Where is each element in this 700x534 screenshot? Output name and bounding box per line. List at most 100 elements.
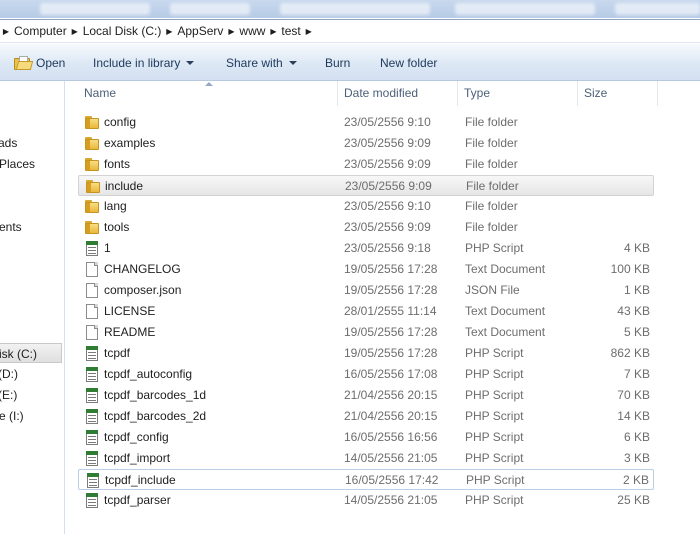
command-toolbar: Open Include in library Share with Burn … (0, 44, 700, 81)
file-type: File folder (465, 157, 518, 171)
php-icon (84, 451, 100, 466)
chevron-right-icon[interactable]: ▶ (69, 20, 81, 42)
folder-icon (84, 220, 100, 235)
file-row[interactable]: tcpdf_barcodes_2d 21/04/2556 20:15 PHP Scr… (78, 406, 654, 427)
chevron-right-icon[interactable]: ▶ (225, 20, 237, 42)
breadcrumb-test[interactable]: test (279, 24, 302, 38)
breadcrumb-local-disk[interactable]: Local Disk (C:) (81, 24, 164, 38)
file-date-modified: 23/05/2556 9:18 (344, 241, 431, 255)
file-size: 14 KB (617, 409, 650, 423)
file-row[interactable]: lang 23/05/2556 9:10 File folder (78, 196, 654, 217)
file-name: tcpdf_include (105, 473, 176, 487)
column-header-type[interactable]: Type (458, 81, 578, 106)
file-row[interactable]: tcpdf_autoconfig 16/05/2556 17:08 PHP Scri… (78, 364, 654, 385)
file-row[interactable]: tools 23/05/2556 9:09 File folder (78, 217, 654, 238)
php-icon (84, 388, 100, 403)
browser-tab-strip (0, 0, 700, 18)
chevron-right-icon[interactable]: ▶ (0, 20, 12, 42)
file-size: 25 KB (617, 493, 650, 507)
file-name: tcpdf_barcodes_2d (104, 409, 207, 423)
file-row[interactable]: tcpdf_include 16/05/2556 17:42 PHP Script 2… (78, 469, 654, 490)
dropdown-arrow-icon (186, 60, 195, 65)
file-date-modified: 16/05/2556 17:42 (345, 473, 439, 487)
file-name: 1 (104, 241, 111, 255)
column-header-name[interactable]: Name (78, 81, 338, 106)
file-row[interactable]: 1 23/05/2556 9:18 PHP Script 4 KB (78, 238, 654, 259)
new-folder-label: New folder (380, 55, 438, 70)
file-name: examples (104, 136, 156, 150)
open-button[interactable]: Open (14, 44, 65, 81)
file-type: PHP Script (465, 241, 524, 255)
file-row[interactable]: config 23/05/2556 9:10 File folder (78, 112, 654, 133)
file-type: File folder (465, 199, 518, 213)
file-date-modified: 19/05/2556 17:28 (344, 325, 438, 339)
chevron-right-icon[interactable]: ▶ (303, 20, 315, 42)
file-row[interactable]: CHANGELOG 19/05/2556 17:28 Text Document 10… (78, 259, 654, 280)
burn-label: Burn (325, 55, 351, 70)
php-icon (84, 241, 100, 256)
file-name: README (104, 325, 156, 339)
file-row[interactable]: composer.json 19/05/2556 17:28 JSON File 1 … (78, 280, 654, 301)
breadcrumb[interactable]: ▶ Computer ▶ Local Disk (C:) ▶ AppServ ▶… (0, 19, 700, 43)
share-with-label: Share with (226, 55, 283, 70)
chevron-right-icon[interactable]: ▶ (267, 20, 279, 42)
document-icon (84, 283, 100, 298)
file-name: include (105, 179, 144, 193)
file-date-modified: 16/05/2556 17:08 (344, 367, 438, 381)
folder-icon (84, 157, 100, 172)
file-size: 7 KB (623, 367, 650, 381)
breadcrumb-computer[interactable]: Computer (12, 24, 69, 38)
file-row[interactable]: tcpdf_import 14/05/2556 21:05 PHP Script 3 … (78, 448, 654, 469)
file-size: 5 KB (623, 325, 650, 339)
file-name: config (104, 115, 137, 129)
file-row[interactable]: tcpdf 19/05/2556 17:28 PHP Script 862 KB (78, 343, 654, 364)
file-date-modified: 23/05/2556 9:09 (344, 157, 431, 171)
file-type: Text Document (465, 325, 546, 339)
file-row[interactable]: tcpdf_barcodes_1d 21/04/2556 20:15 PHP Scr… (78, 385, 654, 406)
include-in-library-button[interactable]: Include in library (93, 44, 195, 81)
column-header-size[interactable]: Size (578, 81, 658, 106)
column-headers: Name Date modified Type Size (66, 81, 700, 106)
file-row[interactable]: tcpdf_config 16/05/2556 16:56 PHP Script 6 … (78, 427, 654, 448)
php-icon (85, 473, 101, 488)
file-row[interactable]: fonts 23/05/2556 9:09 File folder (78, 154, 654, 175)
share-with-button[interactable]: Share with (226, 44, 297, 81)
new-folder-button[interactable]: New folder (380, 44, 437, 81)
open-folder-icon (14, 55, 34, 70)
burn-button[interactable]: Burn (325, 44, 350, 81)
file-name: CHANGELOG (104, 262, 181, 276)
nav-item-local-disk-c[interactable]: isk (C:) (0, 343, 62, 363)
php-icon (84, 409, 100, 424)
document-icon (84, 304, 100, 319)
open-label: Open (36, 55, 66, 70)
navigation-pane[interactable]: ads Places ents isk (C:) (D:) (E:) e (I:… (0, 81, 65, 534)
file-row[interactable]: README 19/05/2556 17:28 Text Document 5 KB (78, 322, 654, 343)
file-row[interactable]: tcpdf_parser 14/05/2556 21:05 PHP Script 25… (78, 490, 654, 511)
file-type: JSON File (465, 283, 520, 297)
breadcrumb-www[interactable]: www (237, 24, 267, 38)
column-header-date-modified[interactable]: Date modified (338, 81, 458, 106)
file-date-modified: 23/05/2556 9:09 (344, 136, 431, 150)
folder-icon (84, 199, 100, 214)
php-icon (84, 430, 100, 445)
file-type: PHP Script (465, 388, 524, 402)
file-row[interactable]: examples 23/05/2556 9:09 File folder (78, 133, 654, 154)
file-type: PHP Script (465, 367, 524, 381)
file-date-modified: 21/04/2556 20:15 (344, 409, 438, 423)
file-name: LICENSE (104, 304, 156, 318)
file-name: composer.json (104, 283, 182, 297)
breadcrumb-appserv[interactable]: AppServ (175, 24, 225, 38)
folder-icon (85, 179, 101, 194)
file-row[interactable]: include 23/05/2556 9:09 File folder (78, 175, 654, 196)
file-row[interactable]: LICENSE 28/01/2555 11:14 Text Document 43 K… (78, 301, 654, 322)
file-type: File folder (466, 179, 519, 193)
file-name: tcpdf_parser (104, 493, 171, 507)
document-icon (84, 325, 100, 340)
chevron-right-icon[interactable]: ▶ (163, 20, 175, 42)
file-date-modified: 28/01/2555 11:14 (344, 304, 437, 318)
file-type: File folder (465, 220, 518, 234)
file-size: 3 KB (623, 451, 650, 465)
file-type: PHP Script (465, 409, 524, 423)
php-icon (84, 346, 100, 361)
file-type: Text Document (465, 262, 546, 276)
